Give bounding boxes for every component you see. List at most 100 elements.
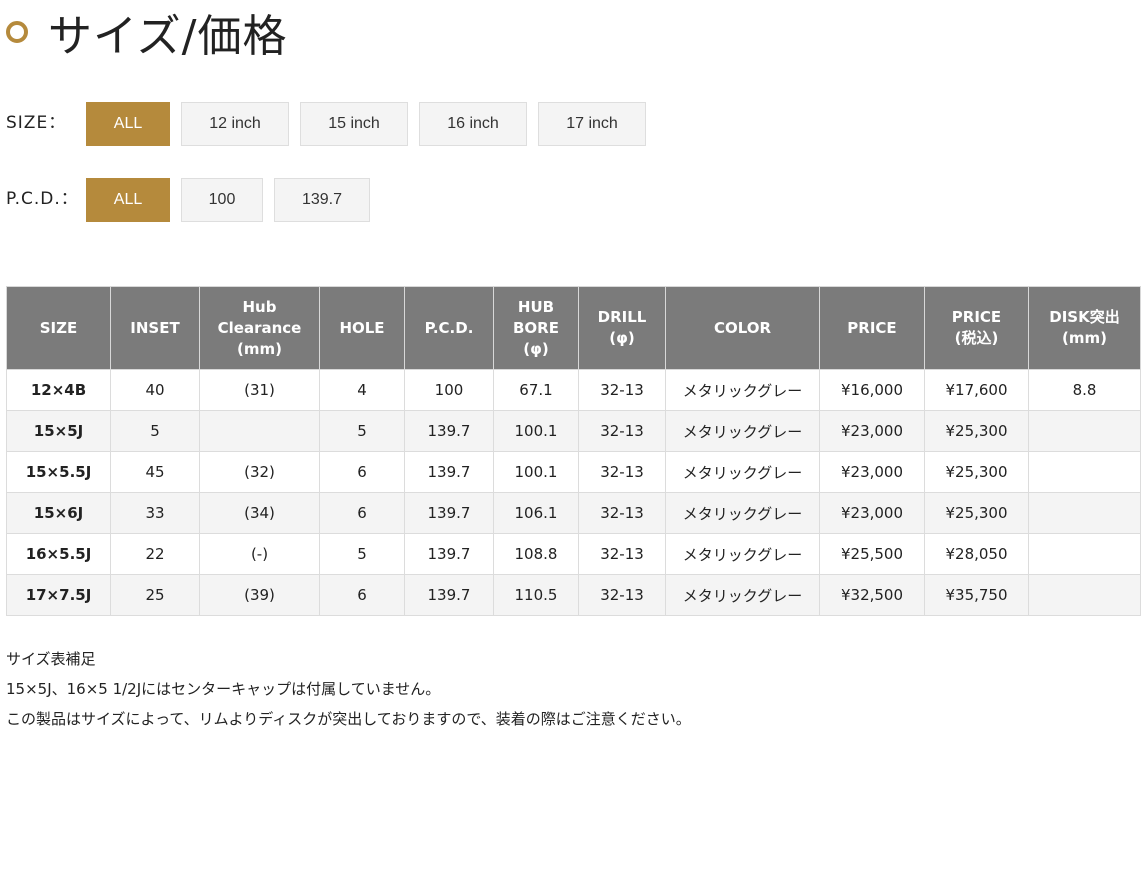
cell-pcd: 139.7: [404, 574, 494, 616]
cell-pcd: 139.7: [404, 492, 494, 534]
header-price-tax: PRICE (税込): [924, 286, 1029, 370]
cell-size: 12×4B: [6, 369, 111, 411]
header-inset-line: INSET: [130, 318, 180, 337]
header-disk-protrusion: DISK突出 (mm): [1028, 286, 1141, 370]
header-hub-bore-line: BORE: [513, 318, 559, 337]
cell-hole: 6: [319, 451, 405, 493]
cell-hub-clearance: (31): [199, 369, 320, 411]
cell-price: ¥23,000: [819, 451, 925, 493]
pcd-filter-all[interactable]: ALL: [86, 178, 170, 222]
pcd-filter-139-7[interactable]: 139.7: [274, 178, 370, 222]
header-disk-protrusion-line: (mm): [1062, 329, 1107, 347]
size-filter-15-inch[interactable]: 15 inch: [300, 102, 408, 146]
cell-hub-bore: 108.8: [493, 533, 579, 575]
cell-disk-protrusion: [1028, 492, 1141, 534]
header-color-line: COLOR: [713, 318, 772, 337]
cell-price-tax: ¥25,300: [924, 410, 1029, 452]
note-disk-protrusion: この製品はサイズによって、リムよりディスクが突出しておりますので、装着の際はご注…: [6, 710, 691, 728]
header-hub-bore-line: (φ): [523, 339, 549, 358]
cell-price-tax: ¥25,300: [924, 492, 1029, 534]
cell-price-tax: ¥35,750: [924, 574, 1029, 616]
header-price: PRICE: [819, 286, 925, 370]
cell-drill: 32-13: [578, 533, 666, 575]
header-hub-clearance-line: Hub: [242, 297, 277, 316]
cell-size: 16×5.5J: [6, 533, 111, 575]
circle-bullet-icon: [6, 21, 28, 43]
cell-hub-bore: 67.1: [493, 369, 579, 411]
notes-heading: サイズ表補足: [6, 650, 96, 668]
cell-hub-clearance: (-): [199, 533, 320, 575]
cell-drill: 32-13: [578, 492, 666, 534]
header-hub-bore: HUB BORE (φ): [493, 286, 579, 370]
table-row: 16×5.5J 22 (-) 5 139.7 108.8 32-13 メタリックグレー ¥25,…: [6, 533, 1141, 575]
header-hub-bore-line: HUB: [517, 297, 555, 316]
cell-hub-bore: 106.1: [493, 492, 579, 534]
cell-size: 17×7.5J: [6, 574, 111, 616]
table-row: 12×4B 40 (31) 4 100 67.1 32-13 メタリックグレー ¥16,000 ¥…: [6, 369, 1141, 411]
note-center-cap: 15×5J、16×5 1/2Jにはセンターキャップは付属していません。: [6, 680, 441, 698]
page-title: サイズ/価格: [48, 11, 288, 62]
header-price-tax-line: PRICE: [951, 308, 1002, 326]
cell-hub-clearance: [199, 410, 320, 452]
cell-pcd: 139.7: [404, 533, 494, 575]
table-row: 15×6J 33 (34) 6 139.7 106.1 32-13 メタリックグレー ¥23,0…: [6, 492, 1141, 534]
cell-color: メタリックグレー: [665, 574, 820, 616]
cell-hole: 6: [319, 574, 405, 616]
header-pcd: P.C.D.: [404, 286, 494, 370]
size-filter-12-inch[interactable]: 12 inch: [181, 102, 289, 146]
header-size: SIZE: [6, 286, 111, 370]
page-title-block: サイズ/価格: [6, 4, 288, 62]
cell-size: 15×6J: [6, 492, 111, 534]
table-row: 15×5J 5 5 139.7 100.1 32-13 メタリックグレー ¥23,000 ¥25…: [6, 410, 1141, 452]
cell-hole: 5: [319, 533, 405, 575]
cell-price-tax: ¥25,300: [924, 451, 1029, 493]
cell-hub-bore: 110.5: [493, 574, 579, 616]
cell-inset: 22: [110, 533, 200, 575]
header-hole: HOLE: [319, 286, 405, 370]
cell-price: ¥23,000: [819, 492, 925, 534]
cell-hub-bore: 100.1: [493, 451, 579, 493]
header-hole-line: HOLE: [339, 318, 385, 337]
pcd-filter-100[interactable]: 100: [181, 178, 263, 222]
cell-inset: 45: [110, 451, 200, 493]
cell-price: ¥25,500: [819, 533, 925, 575]
cell-disk-protrusion: 8.8: [1028, 369, 1141, 411]
header-pcd-line: P.C.D.: [424, 318, 474, 337]
cell-color: メタリックグレー: [665, 410, 820, 452]
cell-disk-protrusion: [1028, 451, 1141, 493]
size-filter-17-inch[interactable]: 17 inch: [538, 102, 646, 146]
cell-price: ¥23,000: [819, 410, 925, 452]
cell-pcd: 100: [404, 369, 494, 411]
table-row: 17×7.5J 25 (39) 6 139.7 110.5 32-13 メタリックグレー ¥32…: [6, 574, 1141, 616]
header-price-line: PRICE: [847, 318, 897, 337]
cell-size: 15×5J: [6, 410, 111, 452]
cell-hub-clearance: (39): [199, 574, 320, 616]
size-price-table: SIZE INSET Hub Clearance (mm) HOLE P.C.D. HUB BO…: [6, 286, 1141, 616]
cell-disk-protrusion: [1028, 533, 1141, 575]
cell-color: メタリックグレー: [665, 492, 820, 534]
cell-disk-protrusion: [1028, 574, 1141, 616]
cell-pcd: 139.7: [404, 451, 494, 493]
cell-hub-clearance: (32): [199, 451, 320, 493]
header-drill-line: (φ): [609, 329, 635, 347]
cell-drill: 32-13: [578, 410, 666, 452]
pcd-filter-label: P.C.D.：: [6, 189, 79, 209]
header-color: COLOR: [665, 286, 820, 370]
cell-hub-clearance: (34): [199, 492, 320, 534]
header-drill-line: DRILL: [597, 308, 647, 326]
header-inset: INSET: [110, 286, 200, 370]
cell-hole: 6: [319, 492, 405, 534]
pcd-filter: P.C.D.： ALL 100 139.7: [6, 178, 381, 222]
size-filter-16-inch[interactable]: 16 inch: [419, 102, 527, 146]
cell-inset: 33: [110, 492, 200, 534]
size-filter-all[interactable]: ALL: [86, 102, 170, 146]
cell-disk-protrusion: [1028, 410, 1141, 452]
table-header-row: SIZE INSET Hub Clearance (mm) HOLE P.C.D. HUB BO…: [6, 286, 1141, 370]
cell-drill: 32-13: [578, 369, 666, 411]
header-drill: DRILL (φ): [578, 286, 666, 370]
cell-drill: 32-13: [578, 574, 666, 616]
size-filter: SIZE： ALL 12 inch 15 inch 16 inch 17 inc…: [6, 102, 657, 146]
table-row: 15×5.5J 45 (32) 6 139.7 100.1 32-13 メタリックグレー ¥23…: [6, 451, 1141, 493]
size-notes: サイズ表補足 15×5J、16×5 1/2Jにはセンターキャップは付属していませ…: [6, 644, 691, 734]
cell-color: メタリックグレー: [665, 451, 820, 493]
